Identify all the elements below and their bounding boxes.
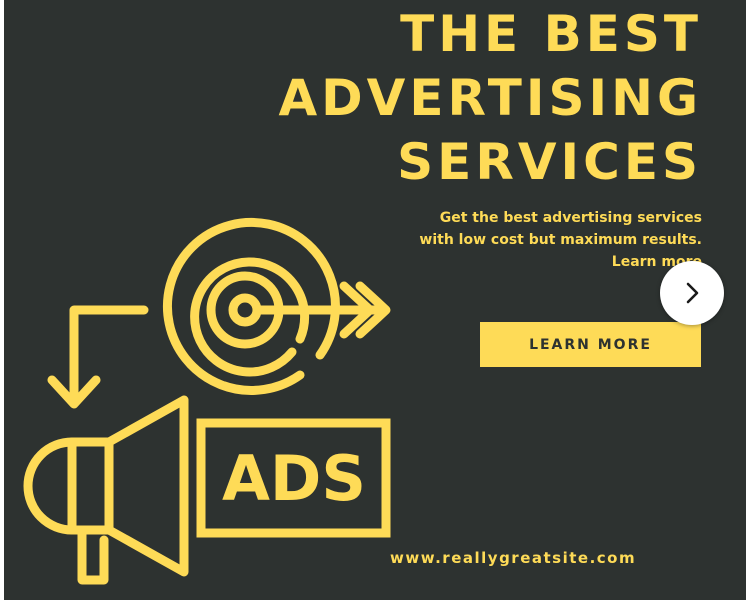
headline: THE BEST ADVERTISING SERVICES <box>278 2 702 194</box>
description-line-3: Learn more <box>611 254 702 270</box>
chevron-right-icon <box>686 282 699 304</box>
description-line-1: Get the best advertising services <box>439 210 702 226</box>
learn-more-button[interactable]: LEARN MORE <box>480 322 701 367</box>
ads-sign-text: ADS <box>222 442 366 515</box>
return-arrow-icon <box>47 305 149 409</box>
megaphone-icon <box>23 395 189 585</box>
page-frame: ADS THE BEST ADVERTISING SERVICES Get th… <box>0 0 751 604</box>
headline-line-2: ADVERTISING <box>278 69 702 127</box>
headline-line-3: SERVICES <box>397 133 702 191</box>
carousel-next-button[interactable] <box>660 261 724 325</box>
ad-banner: ADS THE BEST ADVERTISING SERVICES Get th… <box>4 0 746 600</box>
description: Get the best advertising services with l… <box>342 207 702 273</box>
ads-sign-icon: ADS <box>196 418 391 538</box>
headline-line-1: THE BEST <box>400 5 702 63</box>
description-line-2: with low cost but maximum results. <box>419 232 702 248</box>
website-url: www.reallygreatsite.com <box>390 549 637 567</box>
